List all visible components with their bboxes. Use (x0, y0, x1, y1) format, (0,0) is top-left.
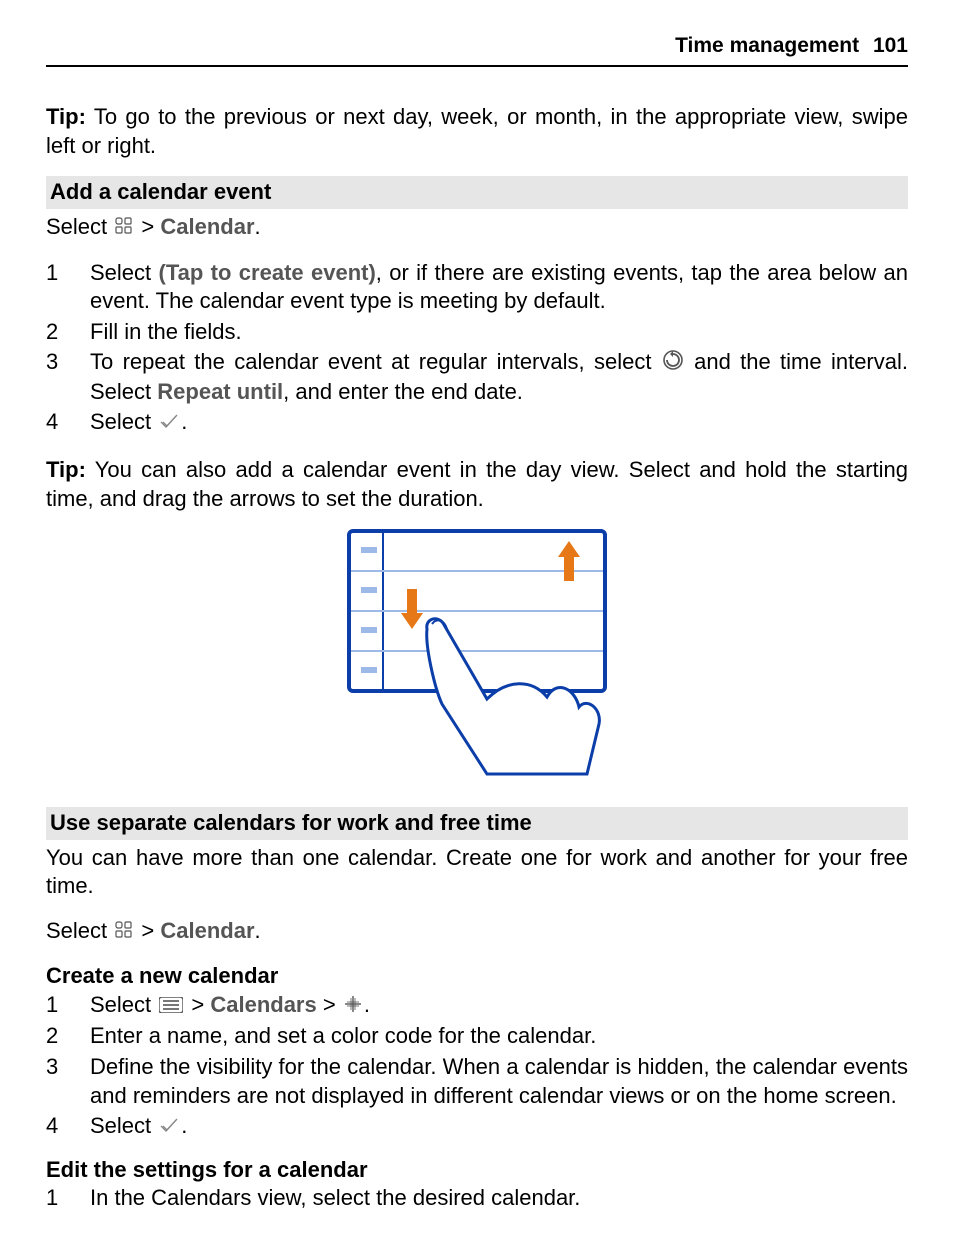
section-heading-separate-calendars: Use separate calendars for work and free… (46, 807, 908, 840)
apps-grid-icon (115, 214, 133, 243)
select-calendar-line-1: Select > Calendar. (46, 213, 908, 242)
checkmark-icon (159, 409, 179, 438)
repeat-icon (663, 349, 683, 378)
create-step-2: Enter a name, and set a color code for t… (46, 1022, 908, 1051)
tip-paragraph-2: Tip: You can also add a calendar event i… (46, 456, 908, 513)
header-title: Time management (675, 34, 859, 57)
calendar-label: Calendar (160, 214, 254, 239)
checkmark-icon (159, 1113, 179, 1142)
page-header: Time management 101 (46, 32, 908, 67)
create-step-4: Select . (46, 1112, 908, 1141)
tip-label: Tip: (46, 104, 86, 129)
select-calendar-line-2: Select > Calendar. (46, 917, 908, 946)
tip-text-2: You can also add a calendar event in the… (46, 457, 908, 511)
subheading-create-calendar: Create a new calendar (46, 962, 908, 991)
menu-lines-icon (159, 992, 183, 1021)
step-3: To repeat the calendar event at regular … (46, 348, 908, 406)
step-1: Select (Tap to create event), or if ther… (46, 259, 908, 316)
create-step-3: Define the visibility for the calendar. … (46, 1053, 908, 1110)
steps-edit-calendar: In the Calendars view, select the desire… (46, 1184, 908, 1213)
subheading-edit-calendar: Edit the settings for a calendar (46, 1156, 908, 1185)
steps-add-event: Select (Tap to create event), or if ther… (46, 259, 908, 438)
tip-paragraph-1: Tip: To go to the previous or next day, … (46, 103, 908, 160)
tip-label-2: Tip: (46, 457, 86, 482)
tip-text: To go to the previous or next day, week,… (46, 104, 908, 158)
steps-create-calendar: Select > Calendars > . Enter a name, and… (46, 991, 908, 1142)
select-prefix: Select (46, 214, 113, 239)
section-heading-add-event: Add a calendar event (46, 176, 908, 209)
step-2: Fill in the fields. (46, 318, 908, 347)
create-step-1: Select > Calendars > . (46, 991, 908, 1020)
apps-grid-icon (115, 918, 133, 947)
section-b-intro: You can have more than one calendar. Cre… (46, 844, 908, 901)
select-suffix: . (255, 214, 261, 239)
plus-icon (344, 992, 362, 1021)
page-number: 101 (873, 34, 908, 57)
edit-step-1: In the Calendars view, select the desire… (46, 1184, 908, 1213)
select-midfix: > (141, 214, 160, 239)
drag-illustration (46, 529, 908, 779)
step-4: Select . (46, 408, 908, 437)
